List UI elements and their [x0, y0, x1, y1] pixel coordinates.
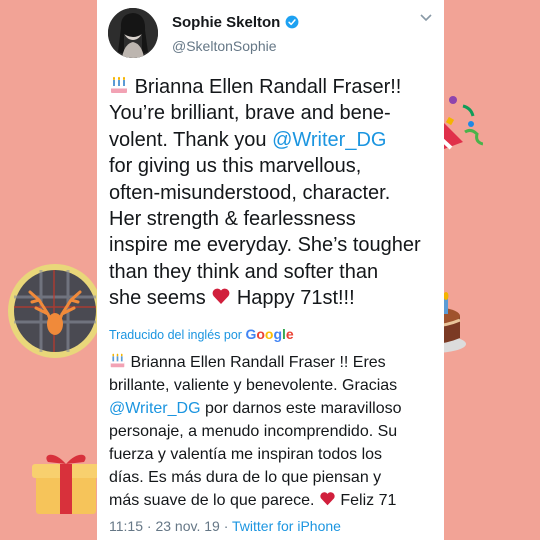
text-line: Her strength & fearlessness: [109, 206, 409, 232]
separator: ·: [143, 518, 156, 534]
line-text: volent. Thank you: [109, 128, 273, 151]
translated-text: Brianna Ellen Randall Fraser !! Eres bril…: [109, 351, 429, 512]
heart-icon: [212, 288, 230, 305]
text-line: often-misunderstood, character.: [109, 180, 409, 206]
line-text: más suave de lo que parece.: [109, 492, 319, 509]
cake-icon: [110, 353, 125, 368]
line-text: días. Es más dura de lo que piensan y: [109, 469, 382, 486]
text-line: volent. Thank you @Writer_DG: [109, 127, 409, 153]
text-line: brillante, valiente y benevolente. Graci…: [109, 374, 429, 397]
line-text: fuerza y valentía me inspiran todos los: [109, 446, 383, 463]
tweet-client-link[interactable]: Twitter for iPhone: [232, 518, 341, 534]
tweet-text: Brianna Ellen Randall Fraser!! You’re bri…: [109, 74, 421, 312]
line-text: personaje, a menudo incomprendido. Su: [109, 423, 398, 440]
gift-icon: [32, 454, 100, 514]
text-line: días. Es más dura de lo que piensan y: [109, 466, 429, 489]
text-line: You’re brilliant, brave and bene-: [109, 100, 409, 126]
text-line: más suave de lo que parece. Feliz 71: [109, 489, 429, 512]
line-text: Feliz 71: [335, 492, 397, 509]
cake-icon: [111, 76, 127, 93]
text-line: than they think and softer than: [109, 259, 409, 285]
heart-icon: [320, 492, 335, 506]
translated-by-label[interactable]: Traducido del inglés por Google: [109, 326, 294, 342]
line-text: she seems: [109, 287, 212, 310]
line-text: Happy 71st!!!: [231, 287, 355, 310]
display-name-text: Sophie Skelton: [172, 14, 281, 31]
text-line: @Writer_DG por darnos este maravilloso: [109, 397, 429, 420]
separator: ·: [219, 518, 233, 534]
display-name[interactable]: Sophie Skelton: [172, 14, 299, 31]
text-line: Brianna Ellen Randall Fraser !! Eres: [109, 351, 429, 374]
tweet-meta: 11:15 · 23 nov. 19 · Twitter for iPhone: [109, 518, 341, 534]
mention-link[interactable]: @Writer_DG: [109, 400, 201, 417]
line-text: than they think and softer than: [109, 260, 379, 283]
line-text: Her strength & fearlessness: [109, 208, 356, 231]
translated-by-text: Traducido del inglés por: [109, 328, 242, 342]
user-handle[interactable]: @SkeltonSophie: [172, 38, 277, 54]
line-text: Brianna Ellen Randall Fraser!!: [134, 76, 402, 98]
avatar[interactable]: [108, 8, 158, 58]
tweet-card: Sophie Skelton @SkeltonSophie Brianna El…: [97, 0, 444, 540]
tweet-time[interactable]: 11:15: [109, 518, 143, 534]
chevron-down-icon[interactable]: [420, 14, 432, 22]
verified-badge-icon: [285, 15, 299, 29]
line-text: por darnos este maravilloso: [200, 400, 402, 417]
line-text: often-misunderstood, character.: [109, 181, 391, 204]
mention-link[interactable]: @Writer_DG: [272, 129, 386, 151]
text-line: personaje, a menudo incomprendido. Su: [109, 420, 429, 443]
line-text: for giving us this marvellous,: [109, 155, 362, 178]
line-text: You’re brilliant, brave and bene-: [109, 102, 391, 125]
text-line: inspire me everyday. She’s tougher: [109, 232, 421, 258]
line-text: inspire me everyday. She’s tougher: [109, 234, 421, 257]
tweet-date[interactable]: 23 nov. 19: [155, 518, 219, 534]
text-line: Brianna Ellen Randall Fraser!!: [109, 74, 409, 100]
profile-photo-icon: [108, 8, 158, 58]
google-logo-icon: Google: [245, 326, 294, 342]
text-line: for giving us this marvellous,: [109, 153, 409, 179]
line-text: brillante, valiente y benevolente. Graci…: [109, 377, 398, 394]
text-line: fuerza y valentía me inspiran todos los: [109, 443, 429, 466]
line-text: Brianna Ellen Randall Fraser !! Eres: [130, 354, 386, 371]
clan-badge-icon: [8, 264, 102, 358]
text-line: she seems Happy 71st!!!: [109, 285, 409, 311]
